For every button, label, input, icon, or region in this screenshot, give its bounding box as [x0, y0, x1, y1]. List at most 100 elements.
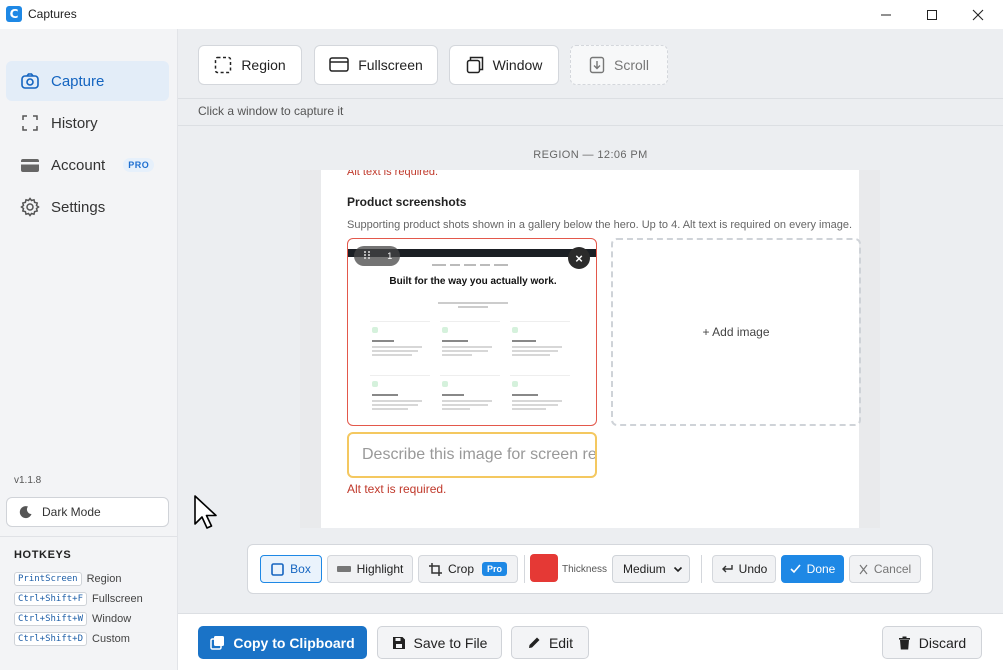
close-window-button[interactable] [955, 0, 1001, 29]
crop-pro-badge: Pro [482, 562, 508, 576]
annotation-toolbar: Box Highlight Crop Pro Thickness Medium [247, 544, 933, 594]
copy-icon [210, 635, 225, 650]
mini-card [510, 321, 570, 367]
done-button[interactable]: Done [781, 555, 844, 583]
app-logo-icon: C [6, 6, 22, 22]
section-heading: Product screenshots [347, 195, 467, 209]
alt-text-error: Alt text is required. [347, 482, 447, 496]
trash-icon [898, 636, 911, 650]
undo-label: Undo [738, 562, 768, 576]
capture-mode-toolbar: Region Fullscreen Window Scroll [178, 29, 1003, 99]
drag-handle: 1 [354, 246, 400, 266]
camera-icon [20, 71, 40, 91]
sidebar-item-label: Settings [51, 198, 106, 216]
mini-card [510, 375, 570, 421]
sidebar-item-capture[interactable]: Capture [6, 61, 169, 101]
color-swatch[interactable] [530, 554, 558, 582]
sidebar-item-account[interactable]: Account PRO [6, 145, 169, 185]
thickness-value: Medium [623, 562, 666, 576]
undo-button[interactable]: Undo [712, 555, 776, 583]
hotkey-action: Custom [92, 633, 130, 645]
mode-label: Region [241, 57, 286, 73]
minimize-button[interactable] [863, 0, 909, 29]
sidebar-item-label: History [51, 114, 98, 132]
cancel-button[interactable]: Cancel [849, 555, 921, 583]
dark-mode-label: Dark Mode [42, 505, 101, 519]
floppy-disk-icon [392, 636, 406, 650]
scroll-down-icon [589, 56, 605, 74]
capture-preview: Alt text is required. Product screenshot… [300, 170, 880, 528]
thickness-label: Thickness [562, 564, 608, 575]
mode-label: Fullscreen [358, 57, 423, 73]
sidebar: Capture History Account PRO Settings v1.… [0, 29, 178, 670]
thumbnail-index: 1 [387, 251, 393, 261]
cut-off-error: Alt text is required. [347, 170, 439, 178]
edit-button[interactable]: Edit [511, 626, 589, 659]
hint-divider [178, 125, 1003, 126]
dark-mode-button[interactable]: Dark Mode [6, 497, 169, 527]
minimize-icon [881, 14, 891, 15]
sidebar-item-label: Capture [51, 72, 105, 90]
mini-card [440, 375, 500, 421]
thickness-select[interactable]: Medium [612, 555, 690, 583]
alt-text-input [347, 432, 597, 478]
scroll-mode-button[interactable]: Scroll [570, 45, 668, 85]
check-icon [790, 564, 801, 574]
highlighter-icon [336, 565, 351, 573]
hotkey-action: Fullscreen [92, 593, 143, 605]
hotkey-row: PrintScreen Region [14, 572, 121, 586]
mini-card [440, 321, 500, 367]
mode-label: Window [492, 57, 543, 73]
discard-label: Discard [918, 634, 967, 651]
mouse-pointer-icon [194, 495, 217, 529]
sidebar-item-settings[interactable]: Settings [6, 187, 169, 227]
maximize-button[interactable] [909, 0, 955, 29]
hotkey-key: PrintScreen [14, 572, 82, 586]
pencil-icon [527, 636, 541, 650]
card-icon [20, 155, 40, 175]
bracket-frame-icon [20, 113, 40, 133]
sidebar-item-label: Account [51, 156, 106, 174]
hotkey-row: Ctrl+Shift+W Window [14, 612, 131, 626]
hotkey-key: Ctrl+Shift+F [14, 592, 88, 606]
save-label: Save to File [413, 634, 488, 651]
captured-page: Alt text is required. Product screenshot… [321, 170, 861, 528]
fullscreen-mode-button[interactable]: Fullscreen [314, 45, 438, 85]
window-title: Captures [28, 7, 77, 21]
square-icon [271, 562, 284, 576]
discard-button[interactable]: Discard [882, 626, 982, 659]
highlight-tool-button[interactable]: Highlight [327, 555, 413, 583]
title-bar: C Captures [0, 0, 1003, 29]
copy-label: Copy to Clipboard [233, 634, 355, 651]
save-to-file-button[interactable]: Save to File [377, 626, 502, 659]
tool-label: Box [290, 562, 311, 576]
x-icon [859, 564, 868, 575]
section-description: Supporting product shots shown in a gall… [347, 219, 853, 231]
window-stack-icon [466, 56, 484, 74]
box-tool-button[interactable]: Box [260, 555, 322, 583]
action-bar: Copy to Clipboard Save to File Edit Disc… [178, 613, 1003, 670]
grip-icon [362, 250, 372, 262]
window-mode-button[interactable]: Window [449, 45, 559, 85]
moon-icon [19, 505, 33, 519]
hotkey-row: Ctrl+Shift+F Fullscreen [14, 592, 143, 606]
monitor-icon [329, 56, 349, 74]
screenshot-thumbnail: 1 × Built for the way you actually work. [347, 238, 597, 426]
hotkey-action: Window [92, 613, 132, 625]
add-image-tile: + Add image [611, 238, 861, 426]
capture-hint: Click a window to capture it [198, 104, 344, 118]
gear-icon [20, 197, 40, 217]
region-mode-button[interactable]: Region [198, 45, 302, 85]
dashed-square-icon [214, 56, 232, 74]
cancel-label: Cancel [873, 562, 912, 576]
hotkey-key: Ctrl+Shift+D [14, 632, 88, 646]
edit-label: Edit [548, 634, 574, 651]
crop-icon [428, 562, 442, 576]
capture-label: REGION — 12:06 PM [533, 149, 648, 161]
app-version: v1.1.8 [14, 475, 42, 486]
sidebar-item-history[interactable]: History [6, 103, 169, 143]
mini-subtitle [348, 301, 596, 310]
undo-icon [721, 564, 733, 574]
crop-tool-button[interactable]: Crop Pro [418, 555, 518, 583]
copy-to-clipboard-button[interactable]: Copy to Clipboard [198, 626, 367, 659]
